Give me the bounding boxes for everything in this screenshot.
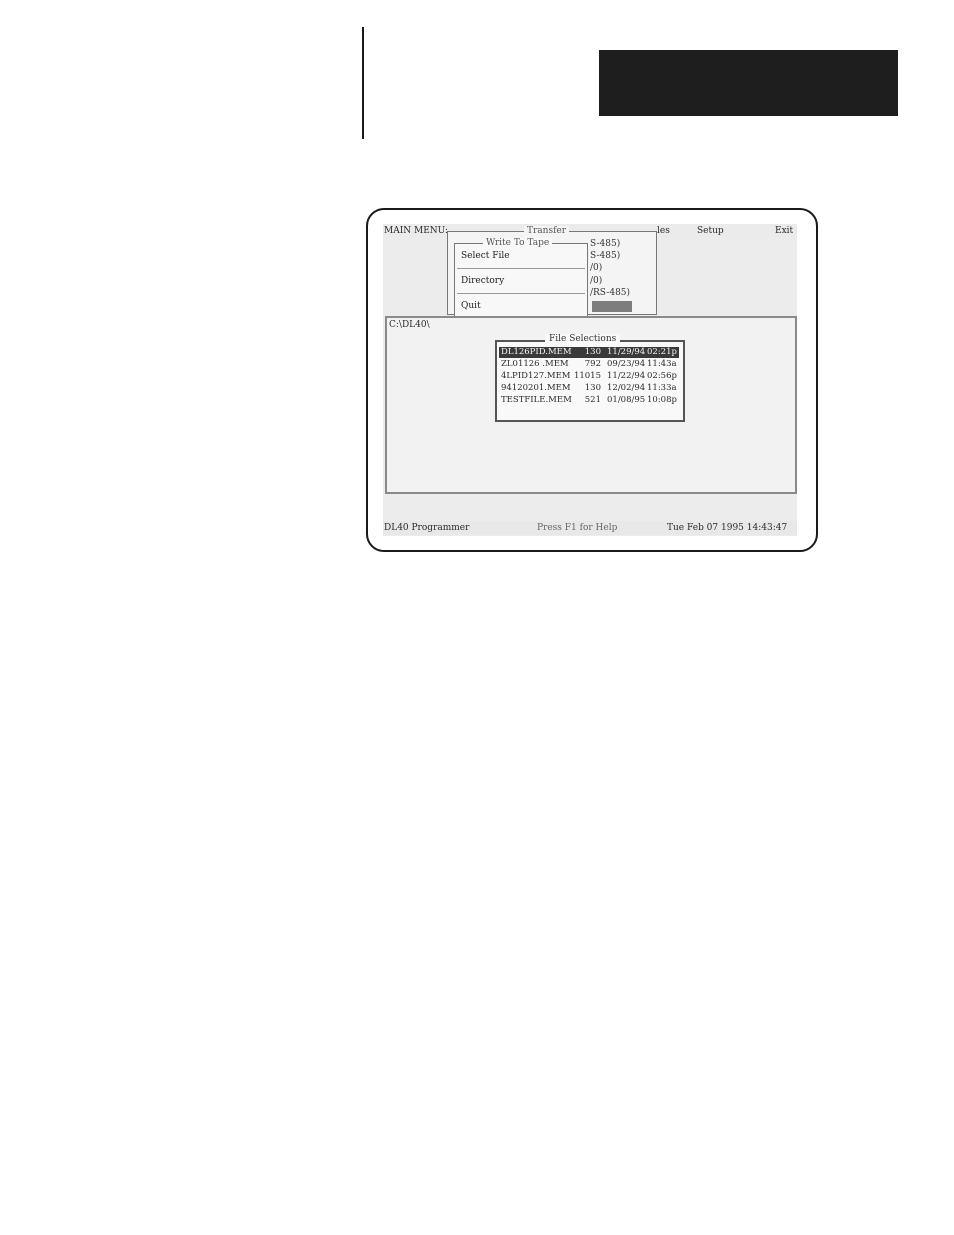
file-date: 12/02/94 xyxy=(607,383,646,393)
file-size: 11015 xyxy=(573,371,601,381)
file-time: 02:21p xyxy=(647,347,677,357)
status-app-name: DL40 Programmer xyxy=(384,523,470,533)
menu-item-files[interactable]: les xyxy=(657,226,670,236)
select-file-item[interactable]: Select File xyxy=(461,251,510,261)
file-row[interactable]: 94120201.MEM 130 12/02/94 11:33a xyxy=(499,383,679,394)
main-menu-label: MAIN MENU: xyxy=(384,226,448,236)
terminal-screen: MAIN MENU: les Setup Exit Transfer Write… xyxy=(383,224,797,536)
file-time: 11:33a xyxy=(647,383,677,393)
file-size: 792 xyxy=(584,359,601,369)
chapter-tab xyxy=(599,50,898,116)
workspace-panel: C:\DL40\ File Selections DL126PID.MEM 13… xyxy=(385,316,797,494)
file-selections-dialog: File Selections DL126PID.MEM 130 11/29/9… xyxy=(495,334,685,422)
file-row[interactable]: ZL01126 .MEM 792 09/23/94 11:43a xyxy=(499,359,679,370)
port-option[interactable]: /0) xyxy=(590,276,602,286)
file-selections-title: File Selections xyxy=(545,334,621,344)
write-to-tape-submenu: Write To Tape Select File Directory Quit xyxy=(454,238,588,319)
port-option[interactable]: /0) xyxy=(590,263,602,273)
port-option[interactable]: S-485) xyxy=(590,239,620,249)
write-to-tape-title: Write To Tape xyxy=(483,238,553,248)
file-size: 130 xyxy=(584,383,601,393)
file-size: 521 xyxy=(584,395,601,405)
menu-divider xyxy=(457,293,585,294)
file-time: 02:56p xyxy=(647,371,677,381)
file-name: ZL01126 .MEM xyxy=(501,359,569,369)
file-row[interactable]: 4LPID127.MEM 11015 11/22/94 02:56p xyxy=(499,371,679,382)
file-time: 11:43a xyxy=(647,359,677,369)
current-path: C:\DL40\ xyxy=(389,320,430,330)
highlighted-port-option[interactable] xyxy=(592,301,632,312)
file-date: 11/29/94 xyxy=(607,347,646,357)
file-date: 01/08/95 xyxy=(607,395,646,405)
file-date: 09/23/94 xyxy=(607,359,646,369)
header-vertical-rule xyxy=(362,27,364,139)
transfer-menu-title: Transfer xyxy=(524,226,570,236)
status-bar: DL40 Programmer Press F1 for Help Tue Fe… xyxy=(383,521,797,535)
port-option[interactable]: /RS-485) xyxy=(590,288,630,298)
menu-divider xyxy=(457,268,585,269)
file-row[interactable]: TESTFILE.MEM 521 01/08/95 10:08p xyxy=(499,395,679,406)
menu-item-setup[interactable]: Setup xyxy=(697,226,724,236)
file-date: 11/22/94 xyxy=(607,371,646,381)
file-row-selected[interactable]: DL126PID.MEM 130 11/29/94 02:21p xyxy=(499,347,679,358)
port-option[interactable]: S-485) xyxy=(590,251,620,261)
file-time: 10:08p xyxy=(647,395,677,405)
directory-item[interactable]: Directory xyxy=(461,276,504,286)
quit-item[interactable]: Quit xyxy=(461,301,481,311)
file-size: 130 xyxy=(584,347,601,357)
transfer-menu: Transfer Write To Tape Select File Direc… xyxy=(447,226,657,319)
status-datetime: Tue Feb 07 1995 14:43:47 xyxy=(667,523,788,533)
menu-item-exit[interactable]: Exit xyxy=(775,226,793,236)
status-help-hint: Press F1 for Help xyxy=(537,523,618,533)
